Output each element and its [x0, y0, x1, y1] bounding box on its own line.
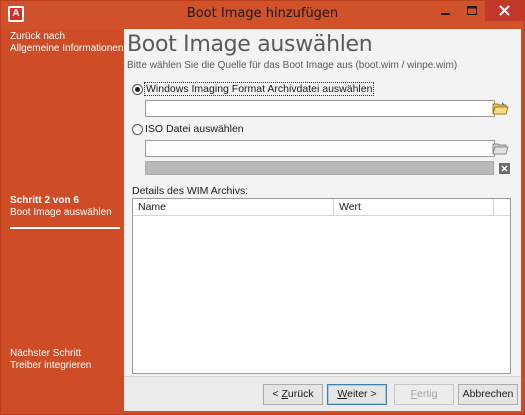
iso-path-input[interactable] — [145, 140, 495, 157]
clear-icon — [501, 165, 508, 172]
current-step-indicator — [10, 227, 120, 229]
column-header-name[interactable]: Name — [133, 199, 334, 216]
back-to-general-info-link[interactable]: Zurück nach Allgemeine Informationen — [10, 31, 123, 55]
wim-browse-button[interactable] — [492, 101, 509, 116]
main-panel: Boot Image auswählen Bitte wählen Sie di… — [124, 29, 521, 376]
next-step-line2: Treiber integrieren — [10, 360, 92, 371]
finish-button[interactable]: Fertig — [394, 384, 454, 405]
page-subtitle: Bitte wählen Sie die Quelle für das Boot… — [127, 60, 458, 71]
wim-details-grid[interactable]: Name Wert — [132, 198, 511, 374]
title-bar[interactable]: A Boot Image hinzufügen — [1, 1, 524, 29]
back-link-line1: Zurück nach — [10, 31, 66, 42]
close-button[interactable] — [485, 1, 524, 21]
close-icon — [499, 5, 510, 16]
iso-browse-button[interactable] — [492, 141, 509, 156]
step-counter: Schritt 2 von 6 — [10, 195, 79, 206]
current-step: Schritt 2 von 6 Boot Image auswählen — [10, 195, 112, 219]
cancel-button[interactable]: Abbrechen — [458, 384, 518, 405]
back-button[interactable]: < Zurück — [263, 384, 323, 405]
maximize-icon — [467, 6, 477, 15]
column-header-wert[interactable]: Wert — [334, 199, 494, 216]
back-link-line2: Allgemeine Informationen — [10, 43, 124, 54]
open-folder-icon — [492, 102, 509, 115]
wizard-sidebar: Zurück nach Allgemeine Informationen Sch… — [2, 29, 124, 376]
page-title: Boot Image auswählen — [127, 32, 373, 57]
maximize-button[interactable] — [459, 1, 486, 21]
grid-header: Name Wert — [133, 199, 510, 216]
wim-path-input[interactable] — [145, 100, 495, 117]
wim-radio-label[interactable]: Windows Imaging Format Archivdatei auswä… — [143, 82, 375, 96]
step-name: Boot Image auswählen — [10, 207, 112, 218]
wizard-footer: < Zurück Weiter > Fertig Abbrechen — [124, 376, 521, 411]
wim-details-label: Details des WIM Archivs: — [132, 185, 249, 197]
clear-iso-button[interactable] — [499, 163, 510, 174]
iso-radio[interactable] — [132, 124, 143, 135]
iso-radio-label[interactable]: ISO Datei auswählen — [145, 123, 244, 135]
open-folder-disabled-icon — [492, 143, 509, 155]
wim-radio[interactable] — [132, 84, 143, 95]
dialog-window: A Boot Image hinzufügen Zurück nach Allg… — [0, 0, 525, 415]
minimize-icon — [441, 13, 450, 15]
next-step-line1: Nächster Schritt — [10, 348, 82, 359]
next-button[interactable]: Weiter > — [327, 384, 387, 405]
minimize-button[interactable] — [432, 1, 459, 21]
next-step-link[interactable]: Nächster Schritt Treiber integrieren — [10, 348, 91, 372]
iso-selection-bar — [145, 161, 494, 175]
